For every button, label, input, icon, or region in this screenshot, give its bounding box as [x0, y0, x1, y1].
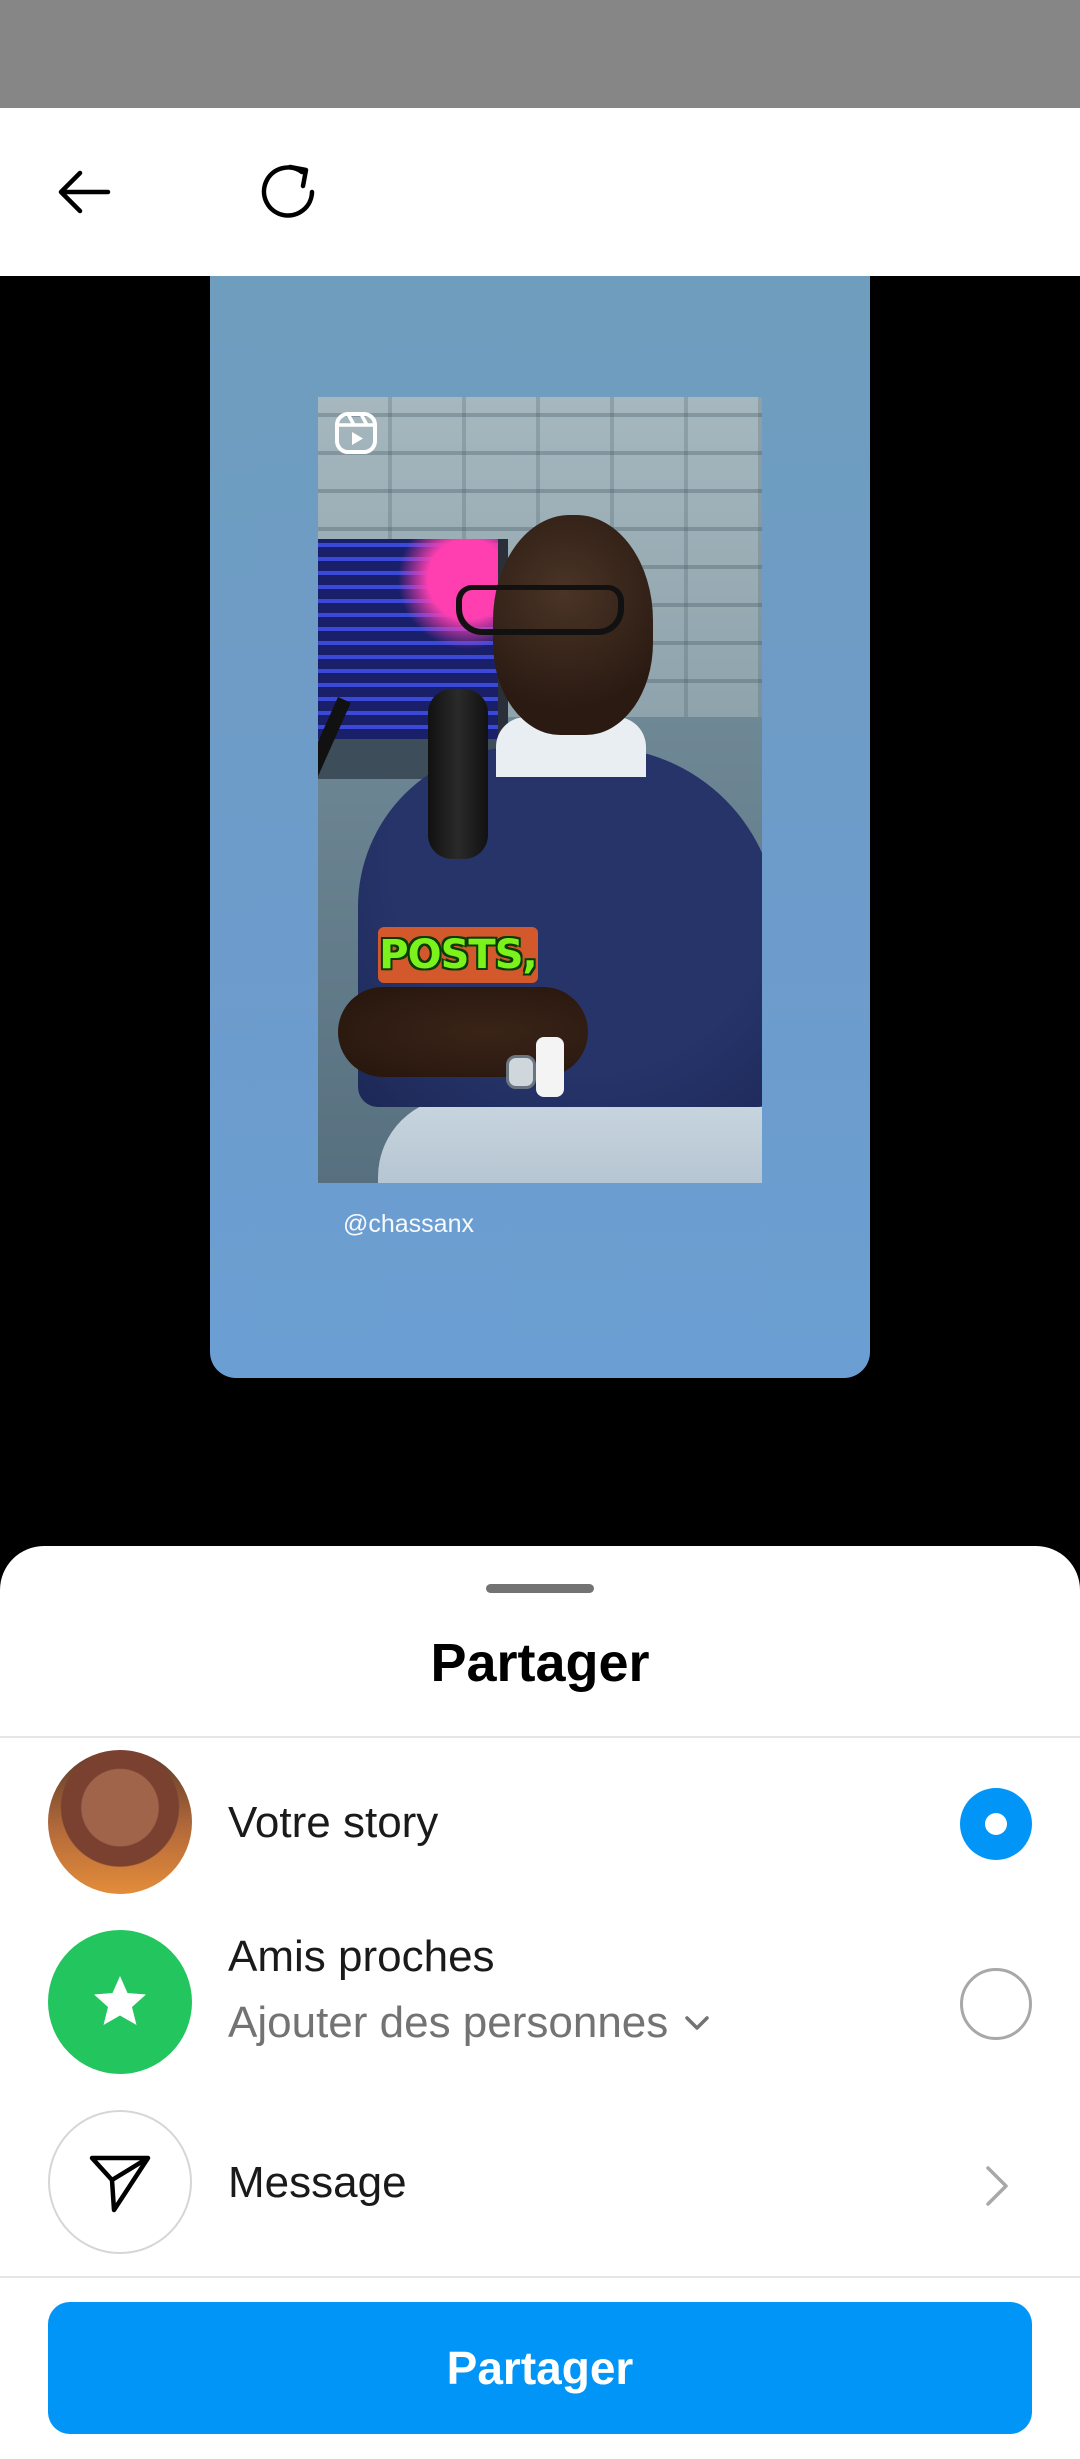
sheet-title: Partager: [430, 1633, 650, 1693]
chevron-right-icon: [986, 2166, 1008, 2206]
story-card: POSTS, @chassanx: [210, 276, 870, 1378]
option-message[interactable]: Message: [0, 2098, 1080, 2270]
creator-handle: @chassanx: [343, 1210, 474, 1238]
option-label: Votre story: [228, 1798, 439, 1847]
share-button[interactable]: Partager: [48, 2302, 1032, 2434]
sheet-drag-handle[interactable]: [486, 1584, 594, 1593]
microphone: [428, 689, 488, 859]
divider: [0, 2276, 1080, 2278]
radio-selected[interactable]: [960, 1788, 1032, 1860]
person-legs: [378, 1097, 762, 1183]
arrow-left-icon: [58, 170, 111, 214]
video-caption: POSTS,: [378, 927, 538, 983]
option-label: Amis proches: [228, 1932, 495, 1981]
chevron-down-icon: [685, 2016, 710, 2030]
star-icon: [94, 1976, 146, 2025]
back-button[interactable]: [36, 144, 132, 240]
message-avatar: [48, 2110, 192, 2254]
add-people-label: Ajouter des personnes: [228, 1998, 669, 2047]
option-close-friends[interactable]: Amis proches Ajouter des personnes: [0, 1918, 1080, 2090]
top-toolbar: [0, 108, 1080, 276]
shirt-cuff: [536, 1037, 564, 1097]
story-preview-area: POSTS, @chassanx: [0, 276, 1080, 1560]
wristwatch: [506, 1055, 536, 1089]
send-icon: [89, 2155, 151, 2213]
option-your-story[interactable]: Votre story: [0, 1738, 1080, 1910]
share-sheet: Partager Votre story Amis proches Ajoute…: [0, 1546, 1080, 2459]
radio-unselected[interactable]: [960, 1968, 1032, 2040]
profile-avatar: [48, 1750, 192, 1894]
person-glasses: [456, 585, 624, 635]
close-friends-avatar: [48, 1930, 192, 2074]
reels-icon: [335, 412, 377, 454]
status-bar: [0, 0, 1080, 108]
add-people-dropdown[interactable]: Ajouter des personnes: [228, 1998, 712, 2048]
reel-thumbnail: POSTS,: [318, 397, 762, 1183]
option-label: Message: [228, 2158, 407, 2207]
video-caption-text: POSTS,: [379, 932, 537, 978]
refresh-button[interactable]: [240, 144, 336, 240]
refresh-icon: [261, 164, 315, 218]
